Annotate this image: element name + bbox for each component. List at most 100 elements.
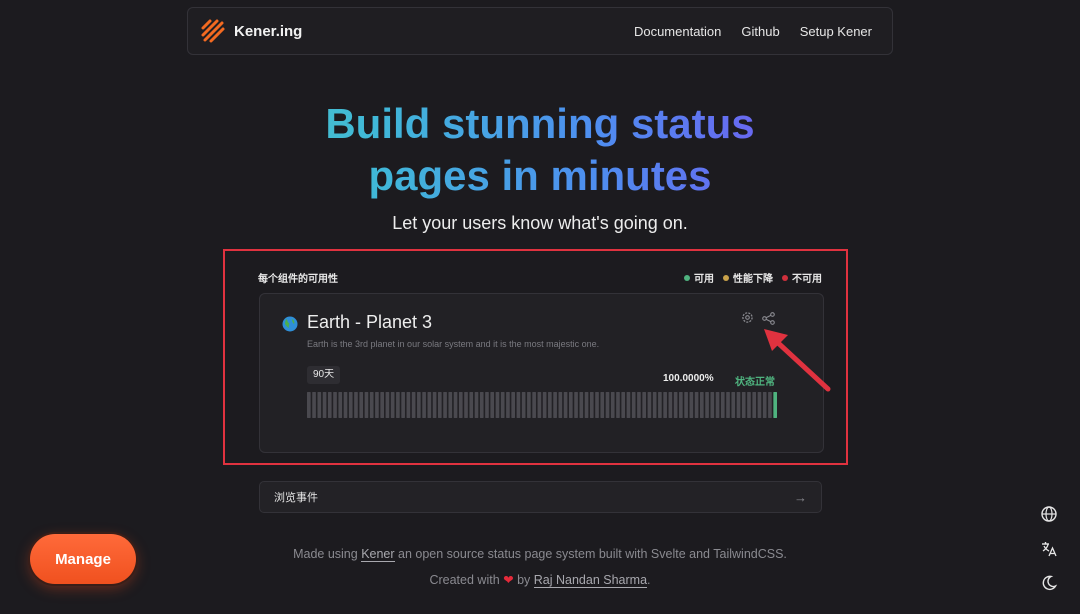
uptime-bar-no-data[interactable] [553,392,557,418]
uptime-bar-no-data[interactable] [658,392,662,418]
uptime-bar-no-data[interactable] [506,392,510,418]
uptime-bar-no-data[interactable] [495,392,500,418]
uptime-bar-no-data[interactable] [663,392,667,418]
uptime-bar-no-data[interactable] [427,392,432,418]
uptime-bar-no-data[interactable] [589,392,594,418]
uptime-bar-no-data[interactable] [327,392,332,418]
uptime-bar-no-data[interactable] [411,392,416,418]
uptime-bar-no-data[interactable] [432,392,437,418]
uptime-bar-no-data[interactable] [464,392,468,418]
uptime-bar-no-data[interactable] [752,392,757,418]
uptime-bar-no-data[interactable] [307,392,311,418]
uptime-bar-no-data[interactable] [354,392,358,418]
uptime-bar-no-data[interactable] [684,392,688,418]
footer-link-author[interactable]: Raj Nandan Sharma [533,573,648,588]
uptime-bar-no-data[interactable] [705,392,709,418]
uptime-bar-no-data[interactable] [453,392,458,418]
nav-link-github[interactable]: Github [741,24,779,39]
gear-icon[interactable] [741,311,754,324]
uptime-bar-no-data[interactable] [516,392,521,418]
uptime-bar-no-data[interactable] [348,392,353,418]
uptime-bar-no-data[interactable] [469,392,474,418]
uptime-bar-no-data[interactable] [616,392,620,418]
uptime-bar-no-data[interactable] [479,392,484,418]
uptime-bar-no-data[interactable] [595,392,599,418]
uptime-bar-no-data[interactable] [396,392,400,418]
uptime-bar-no-data[interactable] [359,392,364,418]
uptime-bar-no-data[interactable] [647,392,652,418]
manage-button[interactable]: Manage [30,534,136,584]
uptime-bar-no-data[interactable] [626,392,631,418]
uptime-bar-no-data[interactable] [673,392,678,418]
uptime-bar-no-data[interactable] [333,392,337,418]
uptime-bar-no-data[interactable] [317,392,322,418]
uptime-bar-no-data[interactable] [726,392,730,418]
uptime-bar-no-data[interactable] [375,392,379,418]
uptime-bar-no-data[interactable] [417,392,421,418]
range-selector[interactable]: 90天 [307,366,341,384]
uptime-bar-no-data[interactable] [385,392,390,418]
uptime-bar-no-data[interactable] [631,392,636,418]
browse-events-link[interactable]: 浏览事件 → [259,481,822,513]
uptime-bar-no-data[interactable] [700,392,704,418]
uptime-bar-no-data[interactable] [380,392,384,418]
uptime-bar-no-data[interactable] [443,392,447,418]
nav-link-setup-kener[interactable]: Setup Kener [800,24,872,39]
uptime-bar-no-data[interactable] [637,392,641,418]
uptime-bar-no-data[interactable] [532,392,536,418]
uptime-bar-no-data[interactable] [731,392,736,418]
uptime-bar-no-data[interactable] [747,392,751,418]
uptime-bar-no-data[interactable] [406,392,411,418]
uptime-bar-no-data[interactable] [521,392,526,418]
uptime-bar-no-data[interactable] [574,392,578,418]
moon-icon[interactable] [1040,574,1058,592]
uptime-bar-no-data[interactable] [642,392,646,418]
uptime-bar-no-data[interactable] [736,392,741,418]
footer-link-kener[interactable]: Kener [361,547,395,562]
uptime-bar-no-data[interactable] [548,392,552,418]
uptime-bar-no-data[interactable] [621,392,626,418]
uptime-bar-no-data[interactable] [610,392,615,418]
uptime-bar-no-data[interactable] [511,392,515,418]
uptime-bar-no-data[interactable] [527,392,531,418]
uptime-bar-no-data[interactable] [401,392,405,418]
uptime-bar-no-data[interactable] [569,392,573,418]
uptime-bar-no-data[interactable] [584,392,589,418]
nav-link-documentation[interactable]: Documentation [634,24,721,39]
uptime-bar-no-data[interactable] [679,392,683,418]
uptime-bar-no-data[interactable] [542,392,547,418]
globe-icon[interactable] [1040,505,1058,523]
uptime-bar-no-data[interactable] [720,392,725,418]
uptime-bar-no-data[interactable] [322,392,327,418]
translate-icon[interactable] [1040,540,1058,558]
uptime-bar-no-data[interactable] [485,392,489,418]
uptime-bar-no-data[interactable] [500,392,505,418]
uptime-bar-no-data[interactable] [390,392,395,418]
uptime-bar-no-data[interactable] [558,392,563,418]
brand[interactable]: Kener.ing [200,18,302,44]
uptime-bar-no-data[interactable] [458,392,463,418]
uptime-bar-no-data[interactable] [422,392,426,418]
uptime-bar-no-data[interactable] [715,392,720,418]
uptime-bar-no-data[interactable] [668,392,673,418]
uptime-bar-no-data[interactable] [490,392,495,418]
uptime-bar-no-data[interactable] [312,392,316,418]
uptime-bar-no-data[interactable] [579,392,584,418]
uptime-bar-no-data[interactable] [369,392,374,418]
uptime-bar-no-data[interactable] [600,392,605,418]
uptime-bar-no-data[interactable] [605,392,610,418]
uptime-bar-no-data[interactable] [694,392,699,418]
uptime-bar-no-data[interactable] [689,392,694,418]
uptime-bar-no-data[interactable] [448,392,453,418]
uptime-bar-no-data[interactable] [338,392,343,418]
uptime-bar-no-data[interactable] [474,392,479,418]
uptime-bar-no-data[interactable] [537,392,542,418]
share-icon[interactable] [762,312,775,325]
uptime-bar-no-data[interactable] [710,392,715,418]
uptime-bar-no-data[interactable] [438,392,442,418]
uptime-bar-no-data[interactable] [563,392,568,418]
uptime-bar-no-data[interactable] [343,392,348,418]
uptime-bar-no-data[interactable] [652,392,657,418]
uptime-bar-no-data[interactable] [364,392,369,418]
uptime-bar-no-data[interactable] [741,392,746,418]
